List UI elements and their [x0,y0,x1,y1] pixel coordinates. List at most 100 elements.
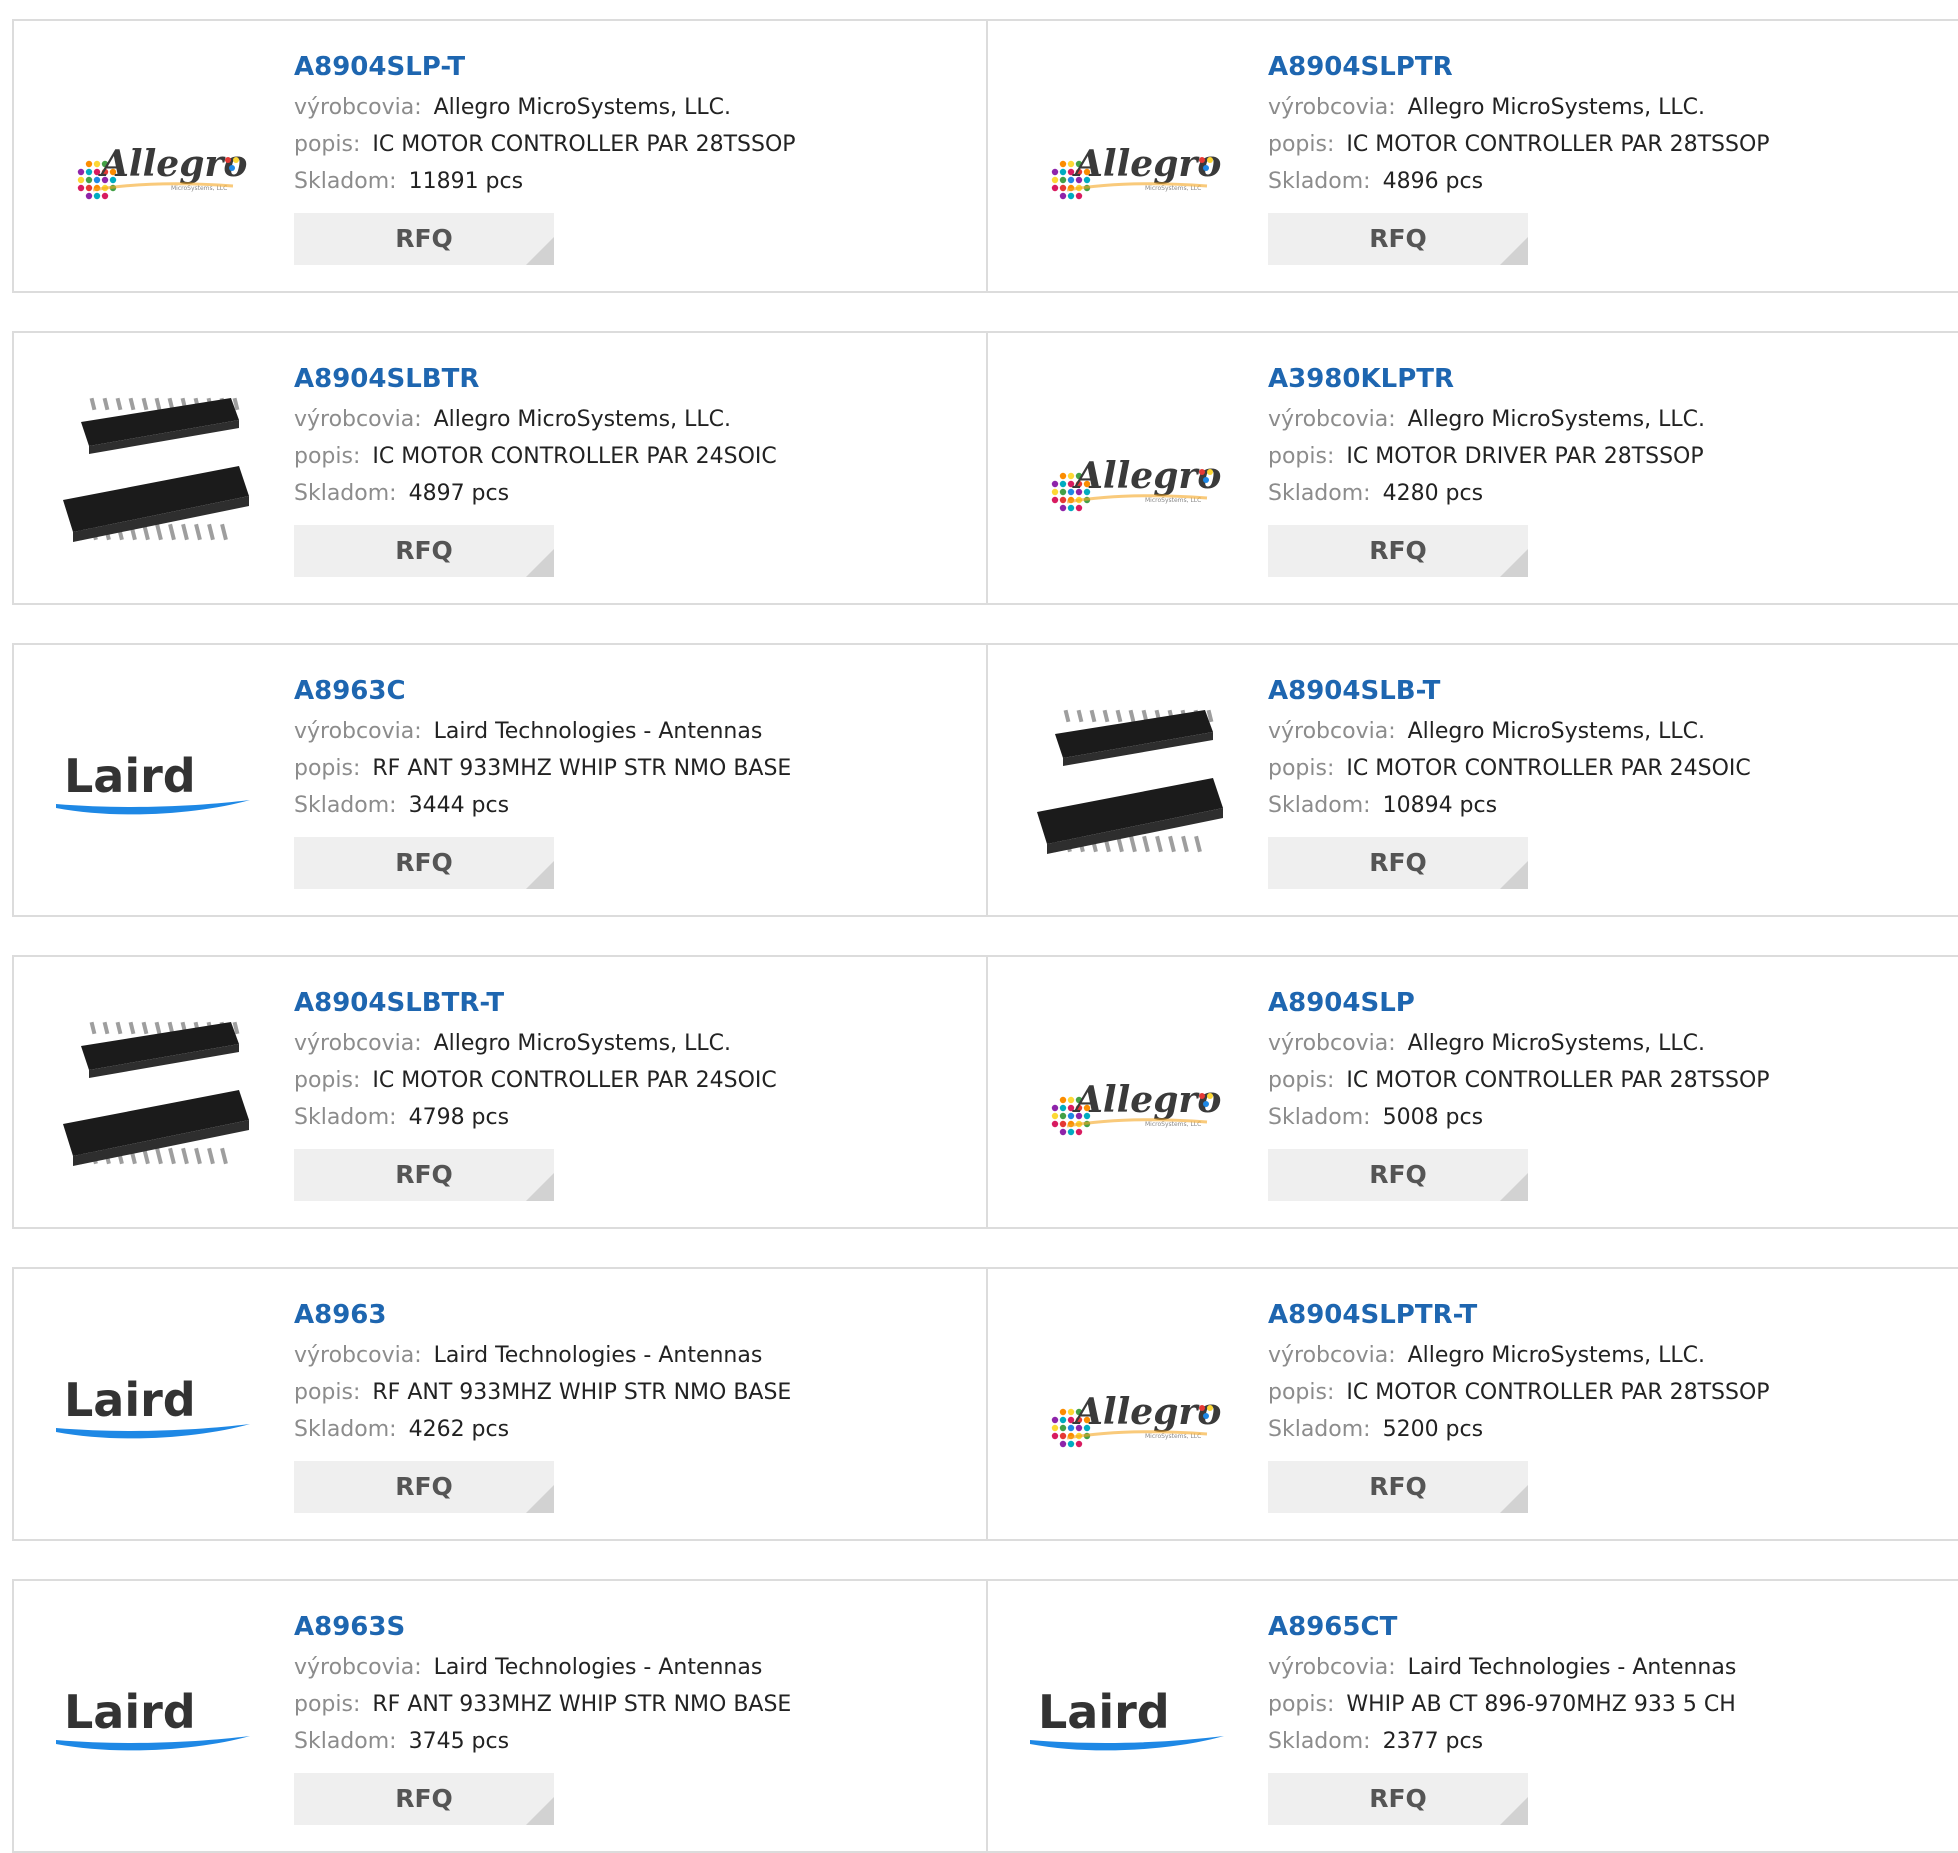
description-label: popis: [294,756,361,781]
description-value: IC MOTOR CONTROLLER PAR 28TSSOP [372,132,796,157]
corner-triangle-icon [526,1485,554,1513]
manufacturer-row: výrobcovia: Allegro MicroSystems, LLC. [1268,401,1705,438]
laird-logo[interactable]: Laird [50,1621,256,1827]
part-number-link[interactable]: A8904SLPTR [1268,49,1770,85]
description-value: RF ANT 933MHZ WHIP STR NMO BASE [372,1380,792,1405]
laird-logo[interactable]: Laird [1024,1621,1230,1827]
part-number-link[interactable]: A8904SLBTR-T [294,985,777,1021]
rfq-button[interactable]: RFQ [1268,1461,1528,1513]
product-card: Allegro MicroSystems, LLC A8904SLP-T výr… [14,21,986,291]
corner-triangle-icon [526,549,554,577]
rfq-button[interactable]: RFQ [294,1773,554,1825]
stock-value: 4262 pcs [408,1417,510,1442]
rfq-button[interactable]: RFQ [294,1149,554,1201]
rfq-label: RFQ [395,536,453,565]
stock-value: 4897 pcs [408,481,510,506]
corner-triangle-icon [526,861,554,889]
stock-row: Skladom: 3444 pcs [294,787,791,824]
rfq-button[interactable]: RFQ [294,213,554,265]
rfq-label: RFQ [1369,536,1427,565]
description-row: popis: RF ANT 933MHZ WHIP STR NMO BASE [294,1686,791,1723]
stock-label: Skladom: [1268,481,1371,506]
manufacturer-row: výrobcovia: Allegro MicroSystems, LLC. [294,1025,777,1062]
product-row: A8904SLBTR-T výrobcovia: Allegro MicroSys… [12,955,1958,1229]
description-row: popis: RF ANT 933MHZ WHIP STR NMO BASE [294,1374,791,1411]
description-value: IC MOTOR CONTROLLER PAR 28TSSOP [1346,1068,1770,1093]
manufacturer-value: Laird Technologies - Antennas [433,719,763,744]
part-number-link[interactable]: A8963 [294,1297,791,1333]
soic-chip-photo[interactable] [1024,685,1230,891]
description-label: popis: [294,1692,361,1717]
rfq-button[interactable]: RFQ [294,1461,554,1513]
stock-value: 4896 pcs [1382,169,1484,194]
stock-value: 10894 pcs [1382,793,1498,818]
stock-label: Skladom: [294,1417,397,1442]
stock-value: 4280 pcs [1382,481,1484,506]
stock-label: Skladom: [1268,793,1371,818]
description-row: popis: RF ANT 933MHZ WHIP STR NMO BASE [294,750,791,787]
product-info: A8904SLB-T výrobcovia: Allegro MicroSyste… [1268,673,1751,889]
allegro-logo[interactable]: Allegro MicroSystems, LLC [50,61,256,267]
description-value: IC MOTOR CONTROLLER PAR 28TSSOP [1346,132,1770,157]
product-row: Laird A8963 výrobcovia: Laird Technologie… [12,1267,1958,1541]
allegro-logo[interactable]: Allegro MicroSystems, LLC [1024,373,1230,579]
allegro-logo[interactable]: Allegro MicroSystems, LLC [1024,997,1230,1203]
rfq-button[interactable]: RFQ [294,525,554,577]
description-row: popis: IC MOTOR CONTROLLER PAR 28TSSOP [1268,1374,1770,1411]
rfq-button[interactable]: RFQ [1268,213,1528,265]
svg-text:Allegro: Allegro [1072,1391,1221,1433]
description-label: popis: [294,1380,361,1405]
product-info: A8963S výrobcovia: Laird Technologies - A… [294,1609,791,1825]
allegro-logo[interactable]: Allegro MicroSystems, LLC [1024,61,1230,267]
soic-chip-photo[interactable] [50,997,256,1203]
corner-triangle-icon [1500,549,1528,577]
description-value: IC MOTOR CONTROLLER PAR 28TSSOP [1346,1380,1770,1405]
description-value: IC MOTOR CONTROLLER PAR 24SOIC [372,1068,777,1093]
soic-chip-photo[interactable] [50,373,256,579]
part-number-link[interactable]: A8963C [294,673,791,709]
part-number-link[interactable]: A8904SLBTR [294,361,777,397]
allegro-logo[interactable]: Allegro MicroSystems, LLC [1024,1309,1230,1515]
corner-triangle-icon [526,237,554,265]
rfq-button[interactable]: RFQ [1268,525,1528,577]
rfq-label: RFQ [395,224,453,253]
rfq-button[interactable]: RFQ [294,837,554,889]
manufacturer-row: výrobcovia: Allegro MicroSystems, LLC. [1268,89,1770,126]
part-number-link[interactable]: A8965CT [1268,1609,1736,1645]
description-value: WHIP AB CT 896-970MHZ 933 5 CH [1346,1692,1736,1717]
part-number-link[interactable]: A8963S [294,1609,791,1645]
part-number-link[interactable]: A8904SLP-T [294,49,796,85]
description-label: popis: [1268,756,1335,781]
rfq-button[interactable]: RFQ [1268,837,1528,889]
laird-logo[interactable]: Laird [50,1309,256,1515]
manufacturer-row: výrobcovia: Laird Technologies - Antennas [1268,1649,1736,1686]
stock-label: Skladom: [1268,1729,1371,1754]
part-number-link[interactable]: A8904SLP [1268,985,1770,1021]
svg-text:Laird: Laird [64,749,196,803]
description-label: popis: [1268,1068,1335,1093]
description-row: popis: IC MOTOR CONTROLLER PAR 24SOIC [294,438,777,475]
product-card: A8904SLB-T výrobcovia: Allegro MicroSyste… [986,645,1958,915]
manufacturer-value: Allegro MicroSystems, LLC. [1407,1343,1705,1368]
laird-logo[interactable]: Laird [50,685,256,891]
description-label: popis: [294,132,361,157]
manufacturer-label: výrobcovia: [1268,1031,1396,1056]
part-number-link[interactable]: A3980KLPTR [1268,361,1705,397]
stock-label: Skladom: [294,793,397,818]
manufacturer-label: výrobcovia: [1268,407,1396,432]
part-number-link[interactable]: A8904SLB-T [1268,673,1751,709]
description-value: IC MOTOR DRIVER PAR 28TSSOP [1346,444,1704,469]
product-row: Laird A8963C výrobcovia: Laird Technologi… [12,643,1958,917]
svg-text:Allegro: Allegro [98,143,247,185]
product-card: A8904SLBTR-T výrobcovia: Allegro MicroSys… [14,957,986,1227]
rfq-button[interactable]: RFQ [1268,1149,1528,1201]
manufacturer-row: výrobcovia: Laird Technologies - Antennas [294,1649,791,1686]
part-number-link[interactable]: A8904SLPTR-T [1268,1297,1770,1333]
product-info: A8963C výrobcovia: Laird Technologies - A… [294,673,791,889]
manufacturer-label: výrobcovia: [294,1655,422,1680]
product-info: A8904SLBTR-T výrobcovia: Allegro MicroSys… [294,985,777,1201]
stock-row: Skladom: 5008 pcs [1268,1099,1770,1136]
rfq-button[interactable]: RFQ [1268,1773,1528,1825]
stock-label: Skladom: [1268,169,1371,194]
manufacturer-row: výrobcovia: Laird Technologies - Antennas [294,1337,791,1374]
